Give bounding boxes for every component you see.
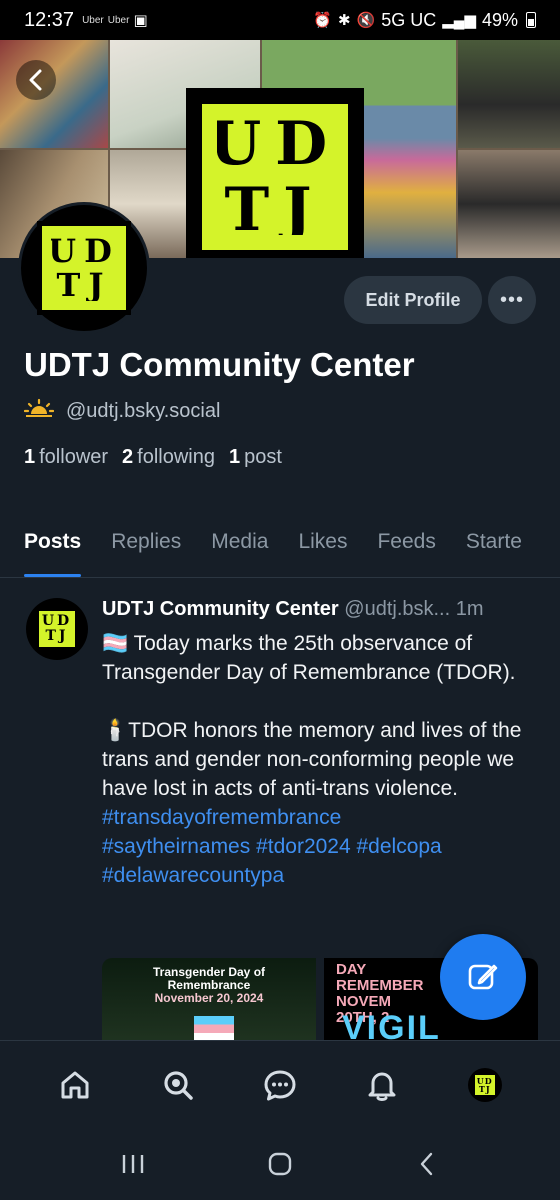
posts-stat: 1 post bbox=[229, 446, 282, 468]
network-label: 5G UC bbox=[381, 9, 437, 30]
trans-flag-graphic bbox=[194, 1016, 234, 1042]
post-author-name: UDTJ Community Center bbox=[102, 598, 339, 620]
notif-uber-2: Uber bbox=[107, 14, 130, 26]
tab-media[interactable]: Media bbox=[196, 520, 283, 577]
back-system-button[interactable] bbox=[397, 1134, 457, 1194]
banner-logo-line1: UD bbox=[208, 109, 342, 179]
post-avatar-line1: UD bbox=[41, 613, 73, 629]
more-options-button[interactable]: ••• bbox=[488, 276, 536, 324]
hashtag-line-2[interactable]: #saytheirnames #tdor2024 #delcopa bbox=[102, 832, 542, 861]
back-button[interactable] bbox=[16, 60, 56, 100]
nav-chat[interactable] bbox=[252, 1057, 308, 1113]
mute-icon: 🔇 bbox=[356, 12, 376, 29]
banner-photo-gifts bbox=[0, 40, 108, 148]
avatar-logo-line2: TJ bbox=[56, 266, 112, 304]
notif-uber-1: Uber bbox=[82, 14, 104, 26]
tab-likes[interactable]: Likes bbox=[283, 520, 362, 577]
profile-avatar-icon: UD TJ bbox=[467, 1067, 502, 1102]
hashtag-line-3[interactable]: #delawarecountypa bbox=[102, 861, 542, 890]
profile-handle: @udtj.bsky.social bbox=[66, 399, 221, 422]
chat-icon bbox=[264, 1070, 296, 1100]
search-icon bbox=[163, 1070, 193, 1100]
post-header[interactable]: UDTJ Community Center @udtj.bsk... 1m bbox=[102, 598, 542, 621]
status-bar: 12:37 Uber Uber ▣ ⏰ ✱ 🔇 5G UC ▂▄▆ 49% bbox=[0, 0, 560, 40]
sunrise-icon bbox=[23, 398, 55, 424]
post-paragraph-2: 🕯️TDOR honors the memory and lives of th… bbox=[102, 719, 522, 800]
edit-profile-button[interactable]: Edit Profile bbox=[344, 276, 482, 324]
nav-notifications[interactable] bbox=[354, 1057, 410, 1113]
bluetooth-icon: ✱ bbox=[337, 12, 351, 29]
post-avatar-line2: TJ bbox=[45, 628, 69, 644]
post-author-avatar[interactable]: UD TJ bbox=[26, 598, 88, 660]
recent-apps-icon bbox=[123, 1155, 144, 1173]
image2-caption-5: VIGIL bbox=[342, 1009, 441, 1042]
profile-stats: 1 follower 2 following 1 post bbox=[24, 446, 282, 469]
profile-avatar[interactable]: UD TJ bbox=[18, 202, 150, 334]
signal-icon: ▂▄▆ bbox=[442, 12, 476, 29]
banner-photo-people bbox=[458, 150, 560, 258]
handle-row: @udtj.bsky.social bbox=[23, 398, 221, 424]
banner-photo-group bbox=[458, 40, 560, 148]
post-handle-time: @udtj.bsk... 1m bbox=[344, 598, 484, 620]
followers-stat[interactable]: 1 follower bbox=[24, 446, 108, 469]
image1-caption-3: November 20, 2024 bbox=[154, 991, 264, 1005]
tab-posts[interactable]: Posts bbox=[0, 520, 96, 577]
bottom-nav: UD TJ bbox=[0, 1040, 560, 1128]
nav-search[interactable] bbox=[150, 1057, 206, 1113]
tab-feeds[interactable]: Feeds bbox=[362, 520, 450, 577]
nav-home[interactable] bbox=[47, 1057, 103, 1113]
hashtag-line-1[interactable]: #transdayofremembrance bbox=[102, 803, 542, 832]
recent-apps-button[interactable] bbox=[103, 1134, 163, 1194]
home-circle-icon bbox=[268, 1152, 292, 1176]
nav-avatar-line2: TJ bbox=[478, 1083, 491, 1094]
post-image-tdor[interactable]: Transgender Day of Remembrance November … bbox=[102, 958, 316, 1042]
profile-tabs: Posts Replies Media Likes Feeds Starte bbox=[0, 520, 560, 578]
chevron-left-icon bbox=[29, 69, 42, 91]
system-nav bbox=[0, 1128, 560, 1200]
compose-post-button[interactable] bbox=[440, 934, 526, 1020]
alarm-icon: ⏰ bbox=[313, 12, 332, 29]
status-time: 12:37 bbox=[24, 8, 75, 31]
profile-name: UDTJ Community Center bbox=[24, 346, 415, 383]
bell-icon bbox=[368, 1072, 396, 1101]
banner-logo: UD TJ bbox=[186, 88, 364, 258]
tab-replies[interactable]: Replies bbox=[96, 520, 196, 577]
tab-starter-packs[interactable]: Starte bbox=[451, 520, 537, 577]
banner-logo-line2: TJ bbox=[224, 175, 326, 245]
post-body[interactable]: 🏳️‍⚧️ Today marks the 25th observance of… bbox=[102, 629, 542, 890]
following-stat[interactable]: 2 following bbox=[122, 446, 215, 469]
image2-caption-3: NOVEM bbox=[336, 993, 392, 1010]
ellipsis-icon: ••• bbox=[499, 288, 524, 311]
image2-caption-1: DAY bbox=[336, 961, 367, 978]
nav-profile[interactable]: UD TJ bbox=[457, 1057, 513, 1113]
image-notification-icon: ▣ bbox=[133, 12, 148, 29]
post-paragraph-1: 🏳️‍⚧️ Today marks the 25th observance of… bbox=[102, 632, 516, 684]
avatar-logo-line1: UD bbox=[48, 232, 120, 270]
battery-icon bbox=[526, 12, 536, 28]
battery-label: 49% bbox=[481, 9, 518, 30]
home-system-button[interactable] bbox=[250, 1134, 310, 1194]
image2-caption-2: REMEMBER bbox=[336, 977, 424, 994]
home-icon bbox=[61, 1071, 89, 1098]
back-chevron-icon bbox=[420, 1152, 432, 1176]
compose-icon bbox=[468, 964, 498, 990]
